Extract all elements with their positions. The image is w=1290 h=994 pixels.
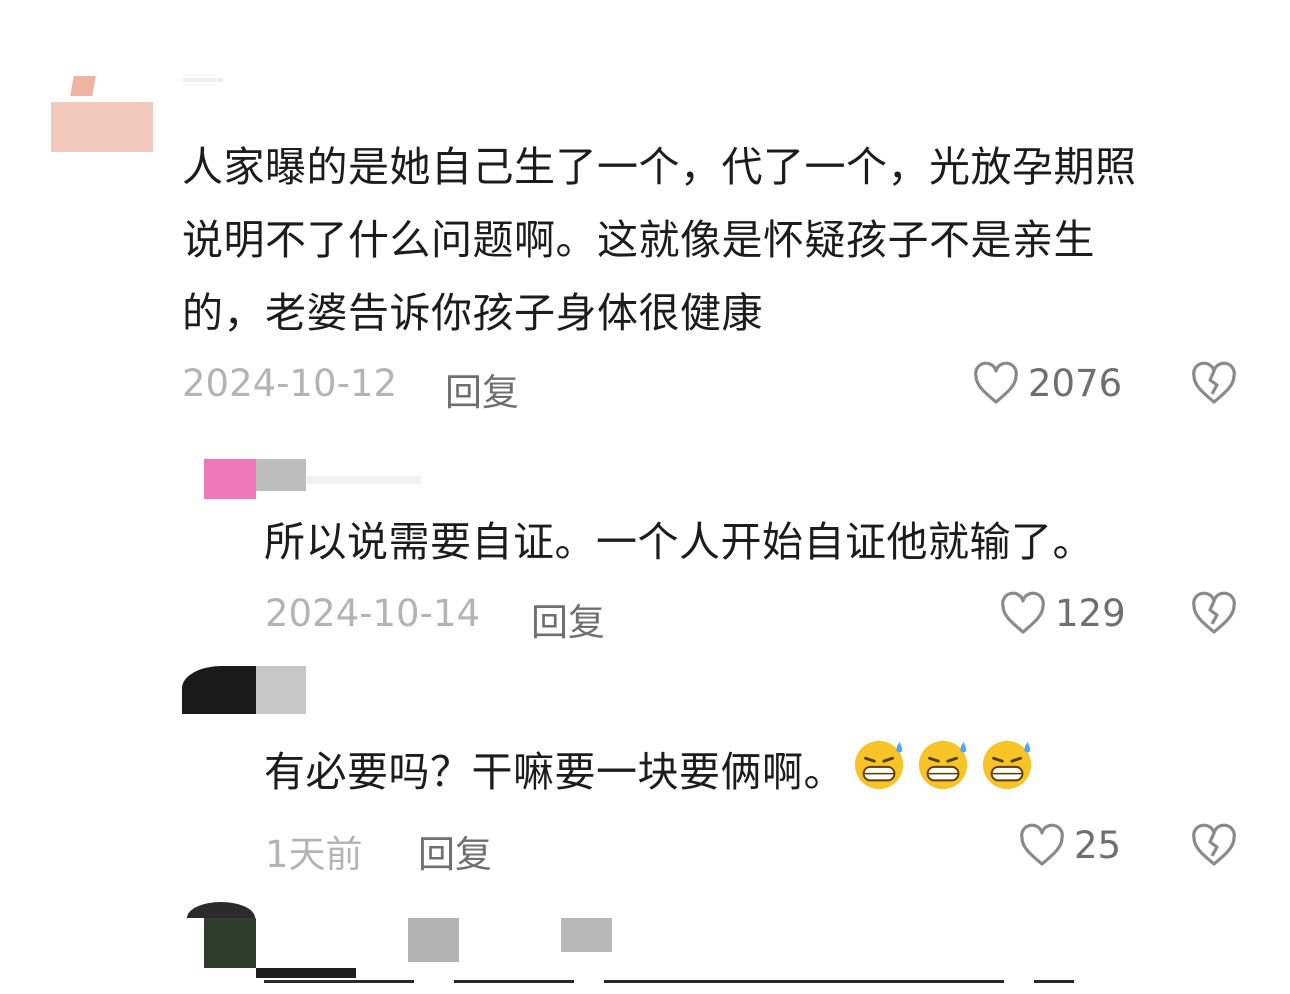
username-redacted xyxy=(256,666,306,714)
username-redacted xyxy=(256,459,306,491)
broken-heart-icon[interactable] xyxy=(1190,590,1238,636)
comment-line: 的，老婆告诉你孩子身体很健康 xyxy=(182,289,763,337)
broken-heart-icon[interactable] xyxy=(1190,360,1238,406)
comment-text-cutoff xyxy=(264,978,1224,994)
comment-line: 说明不了什么问题啊。这就像是怀疑孩子不是亲生 xyxy=(182,216,1095,264)
like-button[interactable]: 2076 xyxy=(972,360,1122,406)
heart-outline-icon xyxy=(972,360,1020,406)
like-count: 2076 xyxy=(1028,361,1123,405)
avatar-redacted[interactable] xyxy=(187,902,255,918)
comment-date: 2024-10-12 xyxy=(182,362,398,405)
username-redacted xyxy=(408,918,459,962)
like-button[interactable]: 25 xyxy=(1018,822,1121,868)
comment-text: 所以说需要自证。一个人开始自证他就输了。 xyxy=(264,518,1094,566)
username-redacted-trace xyxy=(306,476,421,484)
avatar-redacted[interactable] xyxy=(204,918,256,968)
comment-text: 有必要吗？干嘛要一块要俩啊。 xyxy=(264,736,1224,814)
comment-date: 1天前 xyxy=(265,833,363,876)
like-count: 129 xyxy=(1055,591,1126,635)
grinning-sweat-emoji xyxy=(979,737,1037,814)
like-button[interactable]: 129 xyxy=(999,590,1126,636)
grinning-sweat-emoji xyxy=(851,737,909,814)
reply-button[interactable]: 回复 xyxy=(531,592,605,646)
avatar-redacted[interactable] xyxy=(204,459,256,499)
username-redacted xyxy=(183,78,223,82)
redaction-bar xyxy=(256,968,356,978)
heart-outline-icon xyxy=(999,590,1047,636)
grinning-sweat-emoji xyxy=(915,737,973,814)
broken-heart-icon[interactable] xyxy=(1190,822,1238,868)
comment-line: 有必要吗？干嘛要一块要俩啊。 xyxy=(264,748,845,796)
username-redacted xyxy=(561,918,612,952)
comment-line: 人家曝的是她自己生了一个，代了一个，光放孕期照 xyxy=(182,143,1137,191)
like-count: 25 xyxy=(1074,823,1122,867)
avatar-redacted-fragment xyxy=(70,76,96,96)
reply-button[interactable]: 回复 xyxy=(445,362,519,416)
reply-button[interactable]: 回复 xyxy=(418,824,492,878)
comment-text: 人家曝的是她自己生了一个，代了一个，光放孕期照 说明不了什么问题啊。这就像是怀疑… xyxy=(182,131,1242,350)
heart-outline-icon xyxy=(1018,822,1066,868)
avatar-redacted[interactable] xyxy=(182,666,256,714)
avatar-redacted[interactable] xyxy=(51,102,153,152)
comment-date: 2024-10-14 xyxy=(265,592,481,635)
